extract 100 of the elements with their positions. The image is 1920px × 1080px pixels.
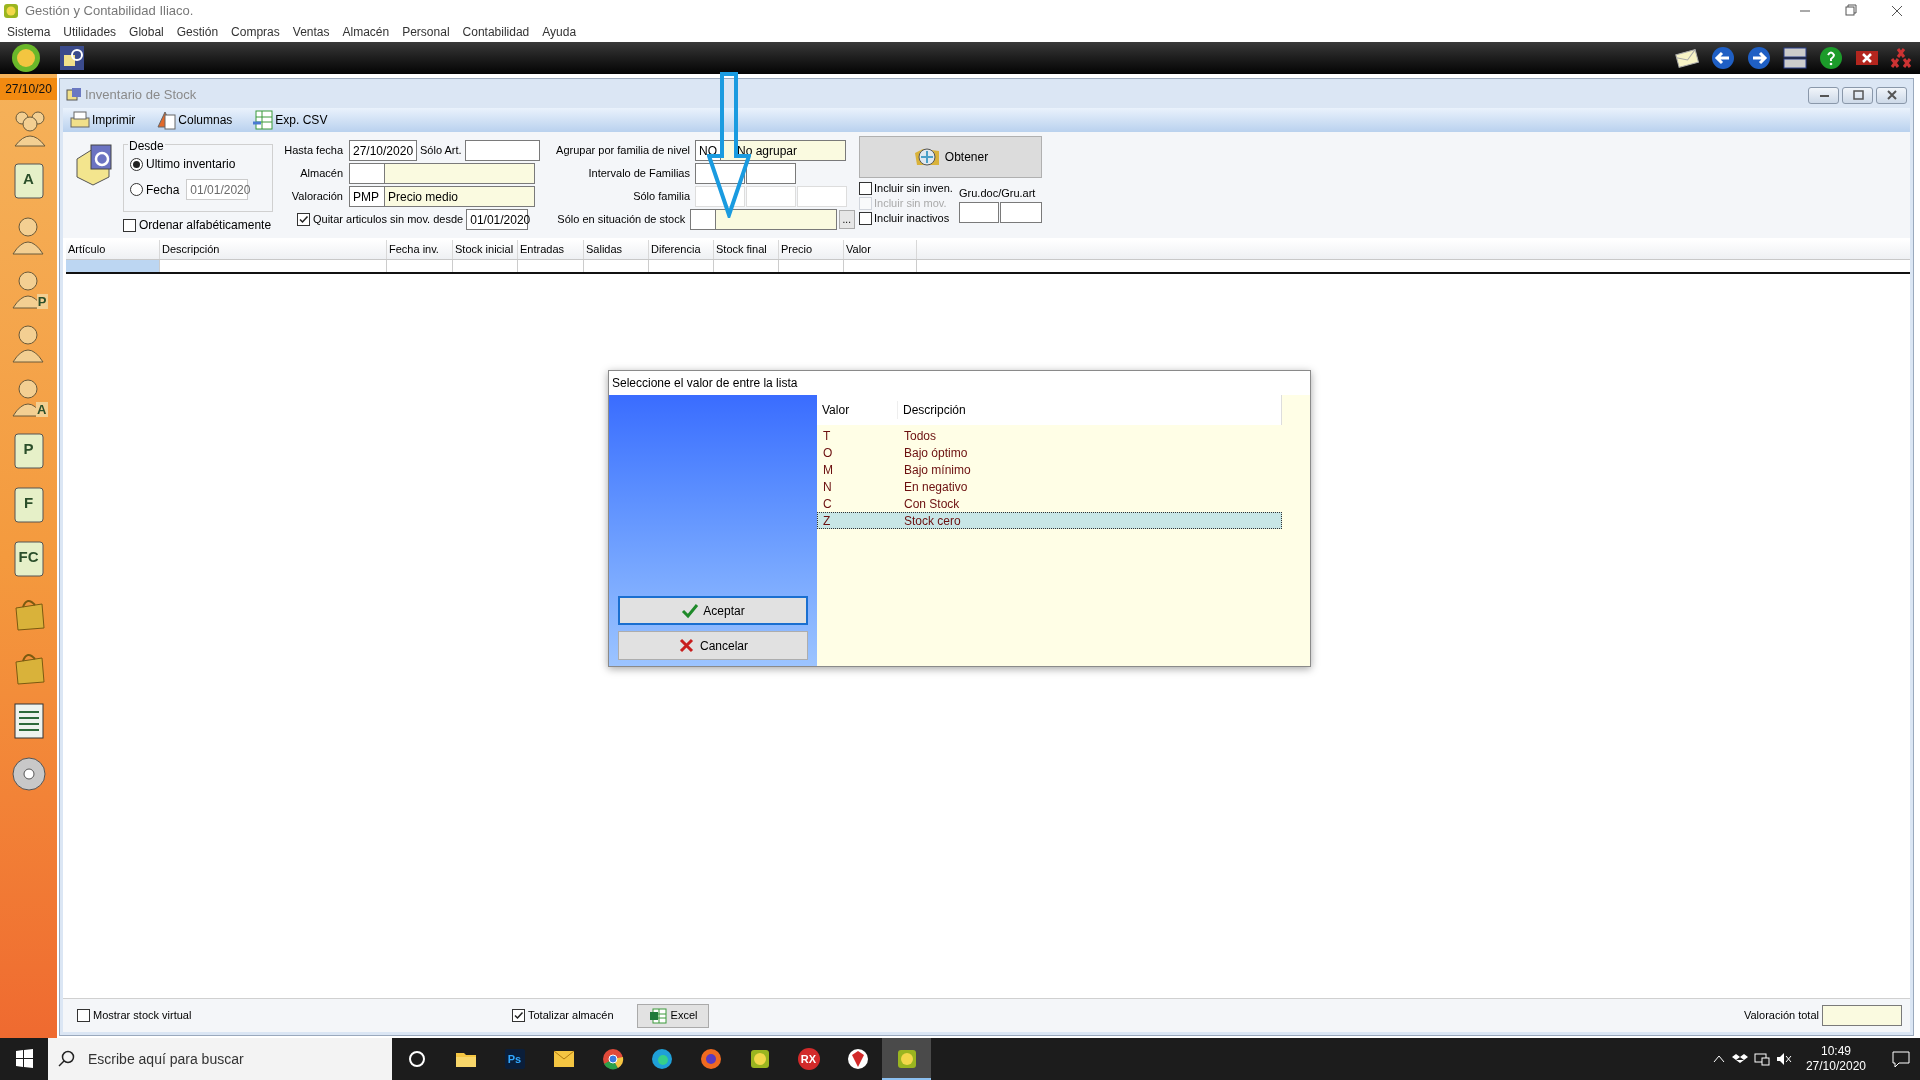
checkbox[interactable]: [859, 182, 872, 195]
column-header[interactable]: Diferencia: [649, 240, 714, 259]
column-header[interactable]: Entradas: [518, 240, 584, 259]
column-header[interactable]: Stock inicial: [453, 240, 518, 259]
list-row[interactable]: M Bajo mínimo: [817, 461, 1282, 478]
menu-item[interactable]: Almacén: [342, 23, 390, 41]
taskbar-app[interactable]: RX: [784, 1038, 833, 1080]
columns-icon: [155, 109, 178, 131]
spreadsheet-icon: [648, 1007, 667, 1024]
column-header[interactable]: Precio: [779, 240, 844, 259]
list-row[interactable]: O Bajo óptimo: [817, 444, 1282, 461]
checkbox[interactable]: [859, 212, 872, 225]
browse-button[interactable]: ...: [838, 210, 855, 229]
list-description: Con Stock: [903, 495, 960, 513]
input-field[interactable]: [1000, 201, 1042, 223]
menu-item[interactable]: Contabilidad: [462, 23, 530, 41]
input-field[interactable]: [464, 140, 540, 161]
checkbox-label: Ordenar alfabéticamente: [139, 217, 272, 234]
description-field[interactable]: [384, 163, 535, 184]
browser-icon: [600, 1047, 625, 1071]
table-cell[interactable]: [66, 260, 160, 272]
mute-icon[interactable]: [1775, 1052, 1792, 1066]
checkbox[interactable]: [297, 213, 310, 226]
date-field[interactable]: 01/01/2020: [466, 209, 529, 230]
list-description: Bajo óptimo: [903, 444, 968, 462]
date-label: 27/10/20: [0, 78, 57, 100]
notification-icon[interactable]: [1890, 1049, 1912, 1069]
list-description: Bajo mínimo: [903, 461, 971, 479]
radio-label: Fecha: [146, 181, 180, 199]
search-field[interactable]: Escribe aquí para buscar: [48, 1038, 392, 1080]
clock-time[interactable]: 10:49: [1820, 1044, 1851, 1059]
windows-icon[interactable]: [1782, 45, 1808, 71]
input-field[interactable]: [959, 201, 999, 223]
mail-icon[interactable]: [1674, 47, 1700, 69]
menu-item[interactable]: Compras: [231, 23, 280, 41]
close-button[interactable]: [1876, 86, 1907, 104]
column-header[interactable]: Artículo: [66, 240, 160, 259]
column-header[interactable]: Stock final: [714, 240, 779, 259]
excel-button[interactable]: Excel: [637, 1003, 709, 1028]
column-header[interactable]: Descripción: [160, 240, 387, 259]
menu-item[interactable]: Utilidades: [63, 23, 117, 41]
help-box-icon[interactable]: [58, 44, 86, 72]
window-title: Gestión y Contabilidad Iliaco.: [25, 2, 194, 21]
date-field[interactable]: 27/10/2020: [349, 140, 417, 161]
checkbox[interactable]: [512, 1009, 525, 1022]
minimize-button[interactable]: [1808, 86, 1839, 104]
list-value: M: [822, 461, 834, 479]
network-icon[interactable]: [1753, 1052, 1770, 1066]
printer-icon: [69, 109, 91, 131]
menu-item[interactable]: Ayuda: [542, 23, 577, 41]
accept-button[interactable]: Aceptar: [618, 596, 808, 625]
checkbox-label: Incluir sin mov.: [874, 196, 947, 212]
window-title: Inventario de Stock: [85, 86, 197, 105]
list-row[interactable]: C Con Stock: [817, 495, 1282, 512]
clock-date[interactable]: 27/10/2020: [1805, 1059, 1866, 1074]
checkbox-label: Totalizar almacén: [528, 1008, 614, 1024]
checkbox[interactable]: [77, 1009, 90, 1022]
code-field[interactable]: PMP: [349, 186, 385, 207]
code-field[interactable]: [690, 209, 716, 230]
dropbox-icon[interactable]: [1731, 1052, 1748, 1066]
maximize-button[interactable]: [1842, 86, 1873, 104]
description-field[interactable]: [714, 209, 837, 230]
input-field[interactable]: [746, 163, 796, 184]
field-label: Almacén: [299, 166, 344, 182]
help-icon[interactable]: [1818, 45, 1844, 71]
column-header[interactable]: Valor: [817, 401, 898, 419]
cube-icon: [66, 87, 82, 103]
taskbar-app[interactable]: [882, 1038, 931, 1080]
menu-item[interactable]: Personal: [402, 23, 450, 41]
field-label: Sólo Art.: [419, 143, 463, 159]
field-label: Intervalo de Familias: [587, 166, 691, 182]
menu-item[interactable]: Ventas: [292, 23, 330, 41]
code-field[interactable]: [349, 163, 385, 184]
menu-item[interactable]: Sistema: [7, 23, 51, 41]
checkbox-label: Incluir sin inven.: [874, 181, 953, 197]
forward-icon[interactable]: [1746, 45, 1772, 71]
description-field[interactable]: Precio medio: [384, 186, 535, 207]
cancel-button[interactable]: Cancelar: [618, 631, 808, 660]
field-label: Sólo familia: [632, 189, 691, 205]
cross-icon: [678, 637, 696, 654]
radio-button[interactable]: [130, 157, 143, 171]
column-header[interactable]: Descripción: [898, 401, 966, 419]
list-row[interactable]: N En negativo: [817, 478, 1282, 495]
obtener-button[interactable]: Obtener: [859, 136, 1042, 178]
list-value: N: [822, 478, 833, 496]
field-label: Gru.doc/Gru.art: [959, 186, 1037, 201]
column-header[interactable]: Salidas: [584, 240, 649, 259]
spreadsheet-icon: [252, 109, 275, 131]
column-header[interactable]: Fecha inv.: [387, 240, 453, 259]
dialog-title: Seleccione el valor de entre la lista: [611, 375, 799, 392]
checkbox[interactable]: [123, 218, 136, 232]
checkbox-label: Mostrar stock virtual: [93, 1008, 192, 1024]
menu-item[interactable]: Gestión: [176, 23, 219, 41]
menu-item[interactable]: Global: [129, 23, 164, 41]
list-row[interactable]: Z Stock cero: [817, 512, 1282, 529]
column-header[interactable]: Valor: [844, 240, 917, 259]
taskbar-app[interactable]: Ps: [490, 1038, 539, 1080]
list-row[interactable]: T Todos: [817, 427, 1282, 444]
back-icon[interactable]: [1710, 45, 1736, 71]
total-field[interactable]: [1822, 1005, 1902, 1026]
